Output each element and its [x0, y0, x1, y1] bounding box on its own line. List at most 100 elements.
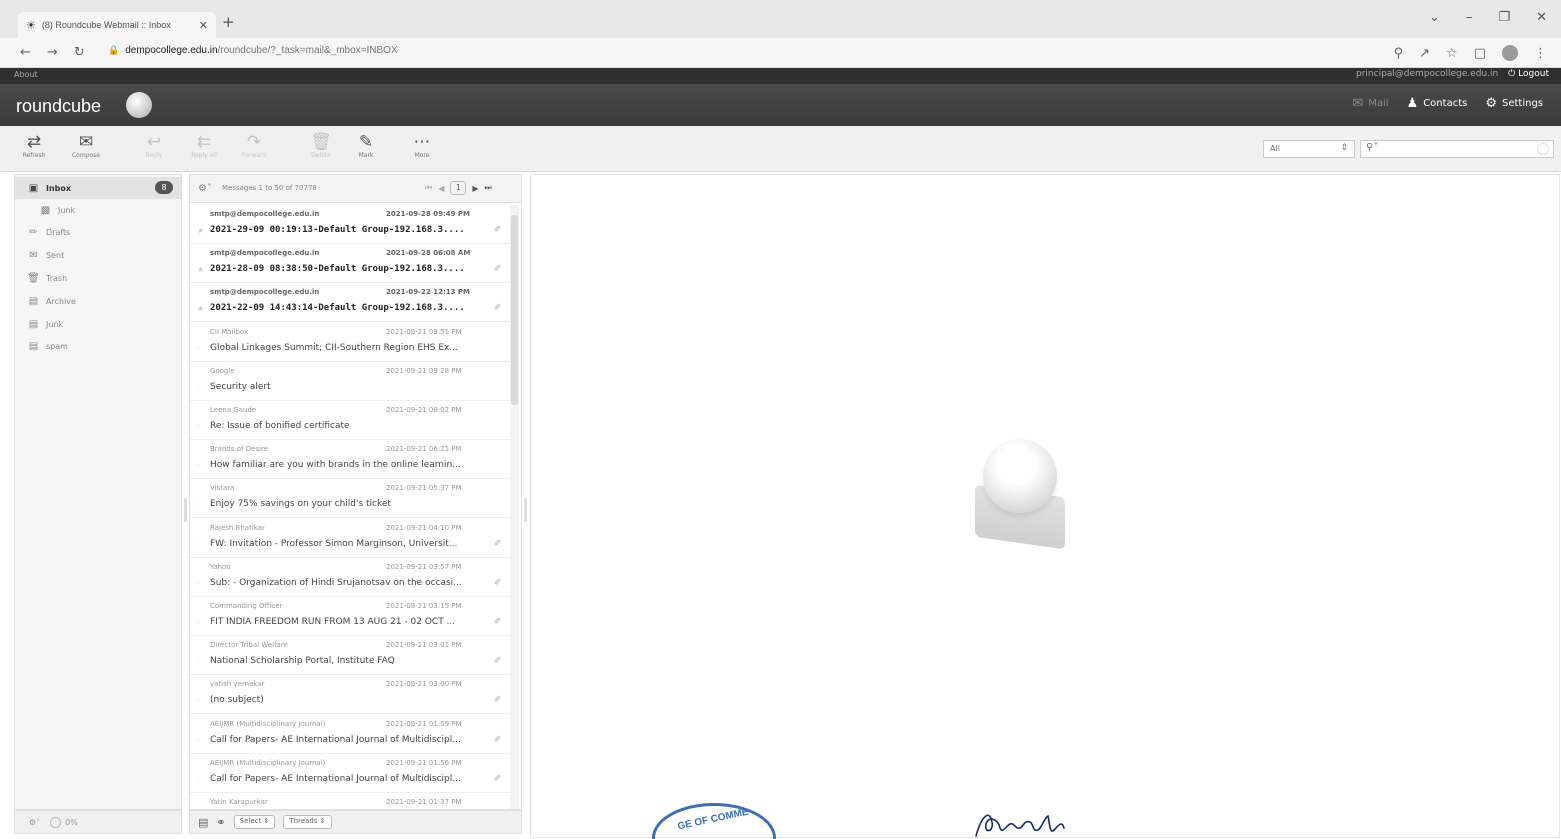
flag-star-icon[interactable]: ★	[197, 265, 204, 274]
folder-junk[interactable]: ▤ Junk	[15, 313, 181, 335]
message-row[interactable]: · Google 2021-09-21 09:28 PM Security alert	[190, 362, 510, 401]
prev-page-icon[interactable]: ◀	[438, 184, 444, 193]
message-row[interactable]: · Yahoo 2021-09-21 03:57 PM Sub: - Organiza…	[190, 558, 510, 597]
share-icon[interactable]: ↗	[1419, 46, 1430, 61]
message-subject: Sub: - Organization of Hindi Srujanotsav…	[210, 577, 462, 588]
menu-kebab-icon[interactable]: ⋮	[1534, 46, 1547, 61]
key-icon[interactable]: ⚲	[1394, 46, 1404, 61]
restore-icon[interactable]: ❐	[1498, 10, 1510, 25]
lock-icon[interactable]: 🔒	[108, 45, 119, 56]
refresh-icon: ⇄	[26, 132, 42, 152]
list-layout-icon[interactable]: ▤	[198, 816, 208, 829]
list-splitter-handle[interactable]	[524, 498, 527, 522]
folder-junk-sub[interactable]: ▩ Junk	[15, 199, 181, 221]
message-row[interactable]: · Brands of Desire 2021-09-21 06:21 PM How …	[190, 440, 510, 480]
logout-link[interactable]: ⏻ Logout	[1508, 69, 1549, 79]
status-dot-icon[interactable]: ·	[197, 422, 200, 431]
forward-icon[interactable]: →	[47, 45, 58, 60]
profile-avatar[interactable]	[1502, 45, 1518, 61]
select-menu[interactable]: Select ⇕	[233, 815, 276, 829]
status-dot-icon[interactable]: ·	[197, 461, 200, 470]
folder-archive[interactable]: ▤ Archive	[15, 290, 181, 312]
search-box[interactable]: ⚲˅	[1360, 140, 1554, 158]
next-page-icon[interactable]: ▶	[472, 184, 478, 193]
list-options-gear-icon[interactable]: ⚙˅	[198, 183, 212, 194]
reply-label: Reply	[145, 152, 163, 159]
status-dot-icon[interactable]: ·	[197, 618, 200, 627]
browser-tab[interactable]: ☀ (8) Roundcube Webmail :: Inbox ✕	[18, 12, 216, 38]
folder-inbox[interactable]: ▣ Inbox 8	[15, 177, 181, 199]
reload-icon[interactable]: ↻	[74, 45, 85, 60]
close-window-icon[interactable]: ✕	[1536, 10, 1547, 25]
first-page-icon[interactable]: ⏮	[425, 183, 432, 193]
scrollbar-thumb[interactable]	[511, 215, 518, 405]
status-dot-icon[interactable]: ·	[197, 540, 200, 549]
folder-actions-gear-icon[interactable]: ⚙˅	[29, 818, 40, 827]
search-options-icon[interactable]: ⚲˅	[1366, 142, 1378, 153]
new-tab-icon[interactable]: +	[222, 13, 235, 31]
trash-icon: 🗑	[310, 132, 332, 152]
mark-button[interactable]: ✎ Mark	[346, 132, 386, 159]
message-row[interactable]: ★ smtp@dempocollege.edu.in 2021-09-28 09:4…	[190, 205, 510, 244]
flag-star-icon[interactable]: ★	[197, 304, 204, 313]
task-contacts[interactable]: ♟ Contacts	[1407, 96, 1468, 111]
tab-search-icon[interactable]: ⌄	[1429, 10, 1440, 25]
status-dot-icon[interactable]: ·	[197, 657, 200, 666]
bookmark-star-icon[interactable]: ☆	[1446, 46, 1458, 61]
message-row[interactable]: · vatish vernekar 2021-09-21 03:00 PM (no s…	[190, 675, 510, 715]
page-number-input[interactable]: 1	[450, 181, 467, 195]
about-link[interactable]: About	[14, 70, 38, 79]
search-input[interactable]	[1385, 141, 1535, 157]
message-row[interactable]: · AEIJMR (Multidisciplinary Journal) 2021-…	[190, 754, 510, 793]
folder-drafts[interactable]: ✏ Drafts	[15, 221, 181, 243]
more-button[interactable]: ⋯ More	[402, 132, 442, 159]
status-dot-icon[interactable]: ·	[197, 383, 200, 392]
status-dot-icon[interactable]: ·	[197, 344, 200, 353]
message-row[interactable]: · Vistara 2021-09-21 05:37 PM Enjoy 75% sav…	[190, 479, 510, 519]
url-field[interactable]: 🔒 dempocollege.edu.in/roundcube/?_task=m…	[108, 45, 398, 56]
threads-toggle-icon[interactable]: ⚭	[216, 816, 225, 829]
message-row[interactable]: · Commanding Officer 2021-09-21 03:15 PM FI…	[190, 597, 510, 636]
roundcube-watermark-logo	[961, 435, 1081, 555]
filter-select[interactable]: All ⇕	[1263, 140, 1355, 158]
threads-menu[interactable]: Threads ⇕	[283, 815, 332, 829]
compose-button[interactable]: ✉ Compose	[66, 132, 106, 159]
sidepanel-icon[interactable]: □	[1474, 46, 1486, 61]
message-row[interactable]: · Leena Gaude 2021-09-21 08:02 PM Re: Issue…	[190, 401, 510, 440]
folder-sent[interactable]: ✉ Sent	[15, 244, 181, 266]
message-row[interactable]: ★ smtp@dempocollege.edu.in 2021-09-22 12:1…	[190, 283, 510, 323]
message-row[interactable]: · AEIJMR (Multidisciplinary Journal) 2021-…	[190, 715, 510, 754]
folder-trash-label: Trash	[46, 273, 68, 283]
status-dot-icon[interactable]: ·	[197, 500, 200, 509]
folder-trash[interactable]: 🗑 Trash	[15, 267, 181, 289]
reply-button[interactable]: ↩ Reply	[134, 132, 174, 159]
folder-splitter-handle[interactable]	[184, 498, 187, 522]
message-row[interactable]: · Director Tribal Welfare 2021-09-21 03:01…	[190, 636, 510, 676]
flag-star-icon[interactable]: ★	[197, 226, 204, 235]
message-list-scrollbar[interactable]	[510, 205, 519, 809]
message-row[interactable]: · CII Mailbox 2021-09-21 09:51 PM Global Li…	[190, 323, 510, 362]
message-sender: Commanding Officer	[210, 602, 283, 610]
message-row[interactable]: ★ smtp@dempocollege.edu.in 2021-09-28 06:0…	[190, 244, 510, 284]
folder-inbox-label: Inbox	[46, 183, 72, 193]
forward-button[interactable]: ↷ Forward	[234, 132, 274, 159]
unread-count-badge: 8	[155, 181, 173, 194]
refresh-button[interactable]: ⇄ Refresh	[14, 132, 54, 159]
task-mail[interactable]: ✉ Mail	[1352, 96, 1388, 111]
status-dot-icon[interactable]: ·	[197, 579, 200, 588]
back-icon[interactable]: ←	[20, 45, 31, 60]
tab-close-icon[interactable]: ✕	[199, 19, 208, 32]
search-reset-icon[interactable]	[1537, 143, 1549, 155]
reply-all-button[interactable]: ⇇ Reply all	[184, 132, 224, 159]
status-dot-icon[interactable]: ·	[197, 696, 200, 705]
minimize-icon[interactable]: –	[1466, 10, 1473, 25]
status-dot-icon[interactable]: ·	[197, 775, 200, 784]
last-page-icon[interactable]: ⏭	[485, 183, 492, 193]
task-settings[interactable]: ⚙ Settings	[1485, 96, 1543, 111]
task-contacts-label: Contacts	[1423, 98, 1468, 109]
delete-button[interactable]: 🗑 Delete	[301, 132, 341, 159]
message-row[interactable]: · Rajesh Bhatikar 2021-09-21 04:10 PM FW: I…	[190, 519, 510, 558]
status-dot-icon[interactable]: ·	[197, 736, 200, 745]
folder-spam[interactable]: ▤ spam	[15, 335, 181, 357]
message-row[interactable]: ·Yatin Karapurkar2021-09-21 01:37 PMAppl…	[190, 793, 510, 809]
